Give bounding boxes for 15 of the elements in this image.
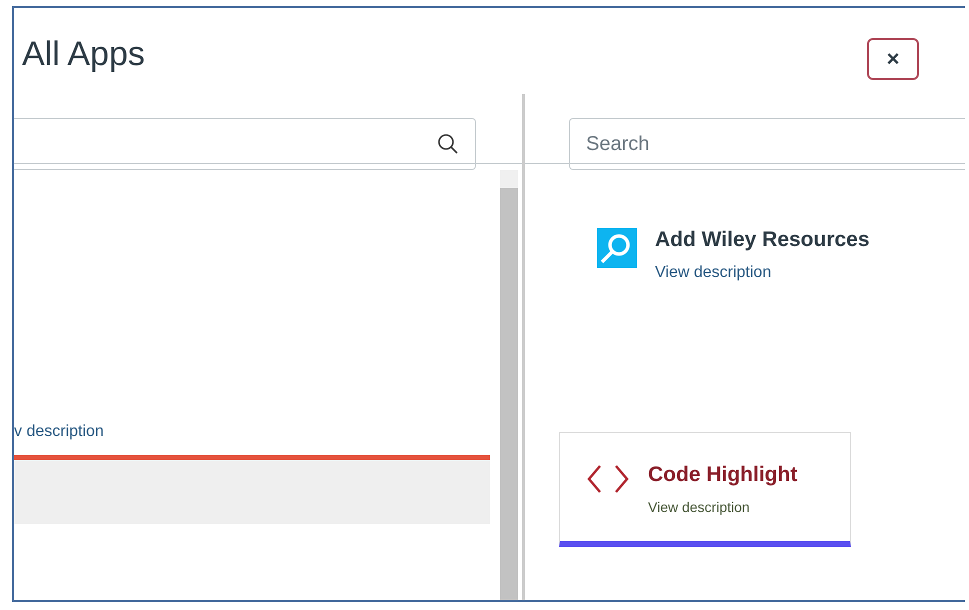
app-name: Add Wiley Resources: [655, 228, 870, 252]
app-card[interactable]: [14, 455, 490, 524]
search-icon: [437, 133, 459, 155]
magnifier-icon: [597, 228, 637, 268]
view-description-link[interactable]: View description: [655, 264, 870, 282]
view-description-link[interactable]: v description: [14, 423, 104, 440]
search-field[interactable]: [14, 118, 476, 170]
close-button[interactable]: ×: [867, 38, 919, 80]
code-icon: [586, 463, 630, 495]
scrollbar[interactable]: [500, 170, 518, 600]
app-name: Code Highlight: [648, 463, 798, 487]
search-field[interactable]: Search: [569, 118, 965, 170]
dialog-title: All Apps: [22, 34, 145, 74]
view-description-link[interactable]: View description: [648, 499, 798, 515]
app-card[interactable]: Code Highlight View description: [559, 432, 851, 547]
